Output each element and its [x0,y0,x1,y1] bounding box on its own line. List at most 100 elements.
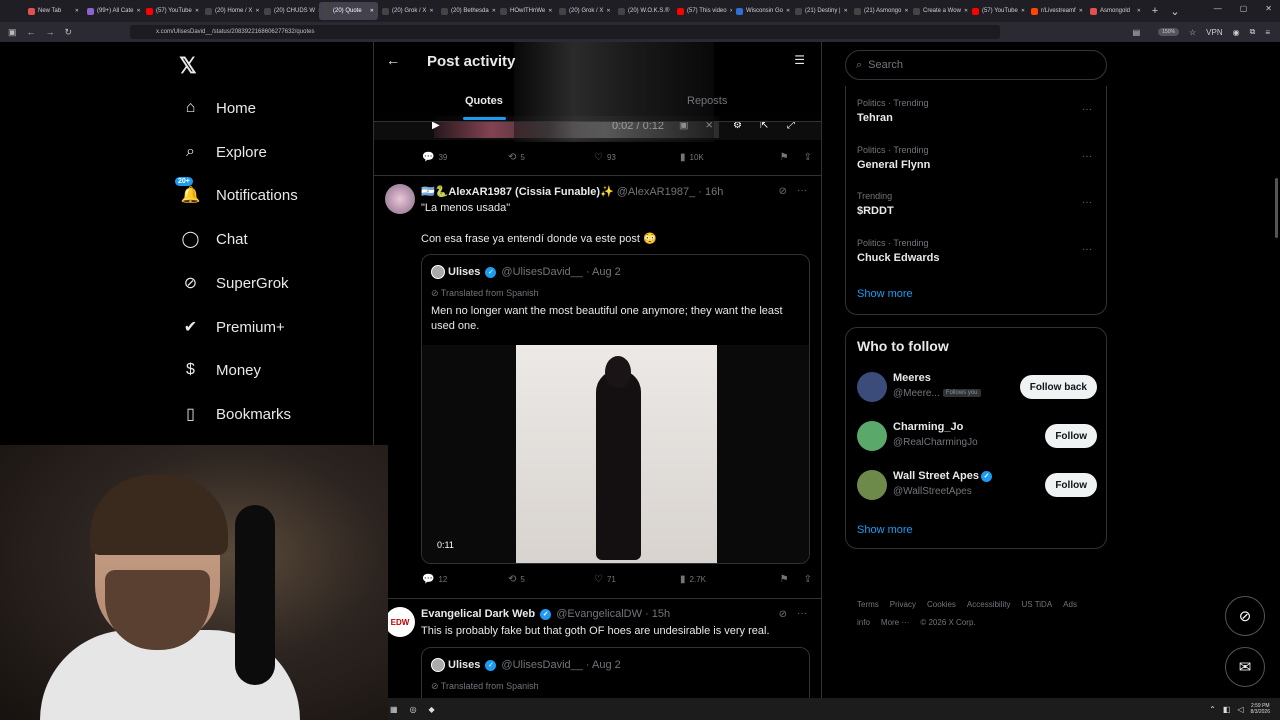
follow-show-more-link[interactable]: Show more [857,524,913,536]
browser-tab[interactable]: (20) W.O.K.S.®✕ [614,2,673,20]
tab-close-icon[interactable]: ✕ [1079,8,1083,14]
grok-fab-icon[interactable]: ⊘ [1225,596,1265,636]
steam-icon[interactable]: ◎ [410,705,417,714]
new-tab-button[interactable]: + [1145,5,1165,17]
tab-close-icon[interactable]: ✕ [1137,8,1141,14]
browser-tab[interactable]: (57) This video ✕ [673,2,732,20]
sidebar-item-money[interactable]: $ Money [180,352,261,388]
trend-item[interactable]: Politics · Trending General Flynn [857,145,930,171]
follow-button[interactable]: Follow [1045,473,1097,497]
back-icon[interactable]: ← [27,27,36,38]
author-name[interactable]: Evangelical Dark Web [421,608,535,620]
trend-more-icon[interactable]: ··· [1082,151,1092,162]
tab-quotes[interactable]: Quotes [465,95,503,107]
post-time[interactable]: · 16h [698,186,723,198]
browser-tab[interactable]: HOwITHnWe ✕ [496,2,555,20]
browser-tab[interactable]: New Tab ✕ [24,2,83,20]
browser-tab[interactable]: r/Livestreamf ✕ [1027,2,1086,20]
scrollbar[interactable] [1275,178,1278,238]
reload-icon[interactable]: ↻ [65,27,73,38]
share-icon[interactable]: ⇪ [804,574,812,585]
repost-button[interactable]: ⟲ 5 [508,574,594,585]
reply-button[interactable]: 💬 39 [422,152,508,163]
grok-icon[interactable]: ⊘ [779,186,787,197]
network-icon[interactable]: ◧ [1223,705,1231,714]
user-name-row[interactable]: Meeres [893,372,931,384]
quoted-post[interactable]: Ulises ✓ @UlisesDavid__ · Aug 2 ⊘ Transl… [421,647,810,698]
browser-tab[interactable]: (21) Asmongo ✕ [850,2,909,20]
like-button[interactable]: ♡ 93 [594,152,680,163]
trend-item[interactable]: Trending $RDDT [857,191,894,217]
browser-tab[interactable]: Wisconsin Go ✕ [732,2,791,20]
tab-close-icon[interactable]: ✕ [1021,8,1025,14]
trend-more-icon[interactable]: ··· [1082,244,1092,255]
repost-button[interactable]: ⟲ 5 [508,152,594,163]
browser-tab[interactable]: (57) YouTube ✕ [142,2,201,20]
browser-tab[interactable]: (20) Grok / X ✕ [555,2,614,20]
x-logo-icon[interactable]: 𝕏 [179,53,197,79]
tab-close-icon[interactable]: ✕ [429,8,433,14]
file-explorer-icon[interactable]: ▦ [390,705,398,714]
post-author[interactable]: 🇦🇷🐍AlexAR1987 (Cissia Funable)✨ @AlexAR1… [421,185,723,198]
follow-button[interactable]: Follow back [1019,375,1097,399]
browser-tab[interactable]: (99+) All Cate ✕ [83,2,142,20]
account-icon[interactable]: ◉ [1233,28,1240,37]
search-input[interactable]: ⌕ Search [845,50,1107,80]
minimize-button[interactable]: — [1214,4,1222,13]
reader-icon[interactable]: ▤ [1133,28,1141,37]
post-alexar[interactable]: 🇦🇷🐍AlexAR1987 (Cissia Funable)✨ @AlexAR1… [374,176,821,596]
footer-link[interactable]: Cookies [927,600,956,609]
trend-more-icon[interactable]: ··· [1082,197,1092,208]
follow-suggestion[interactable]: Charming_Jo @RealCharmingJo Follow [857,419,1097,453]
user-name-row[interactable]: Charming_Jo [893,421,963,433]
sidebar-toggle-icon[interactable]: ▣ [8,27,17,38]
follow-suggestion[interactable]: Wall Street Apes ✓ @WallStreetApes Follow [857,468,1097,502]
vpn-label[interactable]: VPN [1206,28,1222,37]
tab-close-icon[interactable]: ✕ [904,8,908,14]
trend-more-icon[interactable]: ··· [1082,104,1092,115]
maximize-button[interactable]: ▢ [1240,4,1248,13]
avatar[interactable]: EDW [385,607,415,637]
avatar[interactable] [857,421,887,451]
author-handle[interactable]: @AlexAR1987_ [617,186,695,198]
user-name-row[interactable]: Wall Street Apes ✓ [893,470,994,482]
footer-link[interactable]: © 2026 X Corp. [920,618,975,627]
bookmark-icon[interactable]: ⚑ [780,152,789,163]
back-arrow-icon[interactable]: ← [386,52,400,68]
trend-item[interactable]: Politics · Trending Chuck Edwards [857,238,940,264]
author-name[interactable]: 🇦🇷🐍AlexAR1987 (Cissia Funable)✨ [421,186,614,198]
tab-close-icon[interactable]: ✕ [606,8,610,14]
close-window-button[interactable]: ✕ [1265,4,1272,13]
tray-chevron-icon[interactable]: ⌃ [1209,705,1216,714]
browser-tab[interactable]: (21) Destiny | ✕ [791,2,850,20]
footer-link[interactable]: Privacy [890,600,916,609]
sidebar-item-explore[interactable]: ⌕ Explore [180,134,267,170]
clock[interactable]: 2:59 PM 8/3/2026 [1251,703,1270,715]
tab-reposts[interactable]: Reposts [687,95,727,107]
like-button[interactable]: ♡ 71 [594,574,680,585]
tab-close-icon[interactable]: ✕ [137,8,141,14]
quoted-video[interactable]: 0:11 [422,345,809,563]
follow-button[interactable]: Follow [1045,424,1097,448]
tab-close-icon[interactable]: ✕ [786,8,790,14]
more-icon[interactable]: ··· [797,185,807,196]
sidebar-item-chat[interactable]: ◯ Chat [180,221,248,257]
extensions-icon[interactable]: ⧉ [1250,27,1256,37]
filter-icon[interactable]: ☰ [794,53,805,67]
browser-tab[interactable]: (57) YouTube ✕ [968,2,1027,20]
tab-close-icon[interactable]: ✕ [370,8,374,14]
sidebar-item-premium[interactable]: ✔ Premium+ [180,309,285,345]
trend-item[interactable]: Politics · Trending Tehran [857,98,929,124]
reply-button[interactable]: 💬 12 [422,574,508,585]
author-handle[interactable]: @EvangelicalDW [556,608,642,620]
tab-close-icon[interactable]: ✕ [195,8,199,14]
follow-suggestion[interactable]: Meeres @Meere... Follows you Follow back [857,370,1097,404]
footer-link[interactable]: More ··· [881,618,909,627]
more-icon[interactable]: ··· [797,608,807,619]
grok-icon[interactable]: ⊘ [779,609,787,620]
avatar[interactable] [857,470,887,500]
tab-close-icon[interactable]: ✕ [255,8,259,14]
sidebar-item-bookmarks[interactable]: ▯ Bookmarks [180,396,291,432]
browser-tab[interactable]: Create a Wow ✕ [909,2,968,20]
tab-close-icon[interactable]: ✕ [844,8,848,14]
